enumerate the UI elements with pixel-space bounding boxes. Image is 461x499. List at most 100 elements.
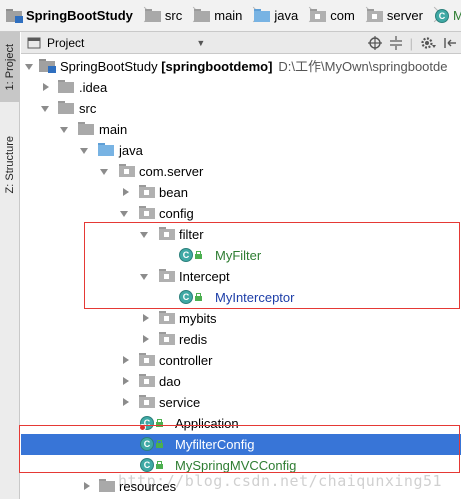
tree-node-application[interactable]: C Application <box>21 413 461 434</box>
expand-arrow-icon[interactable] <box>141 308 151 329</box>
package-icon <box>139 374 155 387</box>
tree-node-dao[interactable]: dao <box>21 371 461 392</box>
breadcrumb-item-springbootstudy[interactable]: SpringBootStudy <box>0 0 139 31</box>
package-icon <box>119 164 135 177</box>
folder-icon <box>144 9 161 22</box>
module-name: [springbootdemo] <box>161 59 273 74</box>
breadcrumb-label: SpringBootStudy <box>26 8 133 23</box>
expand-arrow-icon[interactable] <box>60 119 70 140</box>
watermark: http://blog.csdn.net/chaiqunxing51 <box>118 472 443 490</box>
panel-toolbar: | <box>367 32 457 54</box>
package-icon <box>159 227 175 240</box>
tree-node-label: java <box>119 143 143 158</box>
expand-arrow-icon[interactable] <box>121 371 131 392</box>
expand-arrow-icon[interactable] <box>41 98 51 119</box>
tree-node-redis[interactable]: redis <box>21 329 461 350</box>
tree-node-myfilterconfig[interactable]: C MyfilterConfig <box>21 434 461 455</box>
expand-arrow-icon[interactable] <box>121 392 131 413</box>
expand-arrow-icon[interactable] <box>120 203 130 224</box>
breadcrumb-label: src <box>164 8 183 23</box>
folder-icon <box>58 101 74 114</box>
tree-node-main[interactable]: main <box>21 119 461 140</box>
expand-arrow-icon[interactable] <box>121 350 131 371</box>
tree-node-label: controller <box>159 353 213 368</box>
tab-project-label: 1: Project <box>4 43 16 91</box>
expand-arrow-icon[interactable] <box>140 266 150 287</box>
source-folder-icon <box>254 9 271 22</box>
breadcrumb-item-main[interactable]: main <box>188 0 248 31</box>
tree-node-controller[interactable]: controller <box>21 350 461 371</box>
tree-node-myinterceptor[interactable]: C MyInterceptor <box>21 287 461 308</box>
tree-node-label: dao <box>159 374 181 389</box>
expand-arrow-icon[interactable] <box>100 161 110 182</box>
breadcrumb-item-com[interactable]: com <box>304 0 361 31</box>
tree-node-config[interactable]: config <box>21 203 461 224</box>
folder-icon <box>194 9 211 22</box>
breadcrumb-item-server[interactable]: server <box>361 0 429 31</box>
expand-arrow-icon[interactable] <box>140 224 150 245</box>
tree-node-idea[interactable]: .idea <box>21 77 461 98</box>
project-tree: SpringBootStudy [springbootdemo] D:\工作\My… <box>21 55 461 499</box>
tree-node-label: MyFilter <box>215 248 262 263</box>
tree-node-label: filter <box>179 227 204 242</box>
tree-node-label: Application <box>175 416 239 431</box>
tree-node-label: Intercept <box>179 269 230 284</box>
tab-structure[interactable]: Z: Structure <box>0 120 20 210</box>
folder-icon <box>78 122 94 135</box>
package-icon <box>159 269 175 282</box>
expand-arrow-icon[interactable] <box>121 182 131 203</box>
tree-node-root[interactable]: SpringBootStudy [springbootdemo] D:\工作\My… <box>21 56 461 77</box>
tree-node-src[interactable]: src <box>21 98 461 119</box>
collapse-all-icon[interactable] <box>389 36 403 50</box>
tab-project[interactable]: 1: Project <box>0 32 20 102</box>
breadcrumb-item-java[interactable]: java <box>248 0 304 31</box>
project-panel-header: Project ▼ | <box>21 32 461 54</box>
package-icon <box>366 9 383 22</box>
locate-icon[interactable] <box>367 36 382 50</box>
folder-icon <box>58 80 74 93</box>
expand-arrow-icon[interactable] <box>25 56 35 77</box>
tree-node-label: MySpringMVCConfig <box>175 458 297 473</box>
expand-arrow-icon[interactable] <box>41 77 51 98</box>
tree-node-java[interactable]: java <box>21 140 461 161</box>
tree-node-label: MyfilterConfig <box>175 437 255 452</box>
breadcrumb-label: com <box>330 8 355 23</box>
tree-node-label: MyInterceptor <box>215 290 295 305</box>
package-icon <box>139 353 155 366</box>
tab-structure-label: Z: Structure <box>4 136 16 194</box>
tree-node-label: src <box>79 101 97 116</box>
panel-title: Project <box>47 35 85 50</box>
package-icon <box>159 311 175 324</box>
expand-arrow-icon[interactable] <box>80 140 90 161</box>
breadcrumb-label: main <box>214 8 243 23</box>
hide-icon[interactable] <box>443 36 457 50</box>
class-icon: C <box>179 290 193 304</box>
tree-node-myfilter[interactable]: C MyFilter <box>21 245 461 266</box>
class-icon: C <box>434 8 449 23</box>
package-icon <box>139 185 155 198</box>
tree-node-filter[interactable]: filter <box>21 224 461 245</box>
tree-node-label: main <box>99 122 128 137</box>
tree-node-label: mybits <box>179 311 217 326</box>
tree-node-label: service <box>159 395 201 410</box>
class-icon: C <box>140 458 154 472</box>
module-folder-icon <box>39 59 56 73</box>
breadcrumb-label: server <box>386 8 423 23</box>
expand-arrow-icon[interactable] <box>141 329 151 350</box>
tree-node-mybits[interactable]: mybits <box>21 308 461 329</box>
breadcrumb: SpringBootStudy src main java com server… <box>0 0 461 32</box>
breadcrumb-label: M <box>453 8 461 23</box>
tree-node-intercept[interactable]: Intercept <box>21 266 461 287</box>
gear-icon[interactable] <box>420 36 436 50</box>
tree-node-bean[interactable]: bean <box>21 182 461 203</box>
folder-icon <box>99 479 115 492</box>
expand-arrow-icon[interactable] <box>82 476 92 497</box>
view-mode-dropdown[interactable]: ▼ <box>196 38 205 48</box>
breadcrumb-label: java <box>274 8 299 23</box>
breadcrumb-item-src[interactable]: src <box>139 0 188 31</box>
tree-node-com-server[interactable]: com.server <box>21 161 461 182</box>
tree-node-service[interactable]: service <box>21 392 461 413</box>
source-folder-icon <box>98 143 114 156</box>
project-view-icon <box>27 37 41 48</box>
package-icon <box>159 332 175 345</box>
